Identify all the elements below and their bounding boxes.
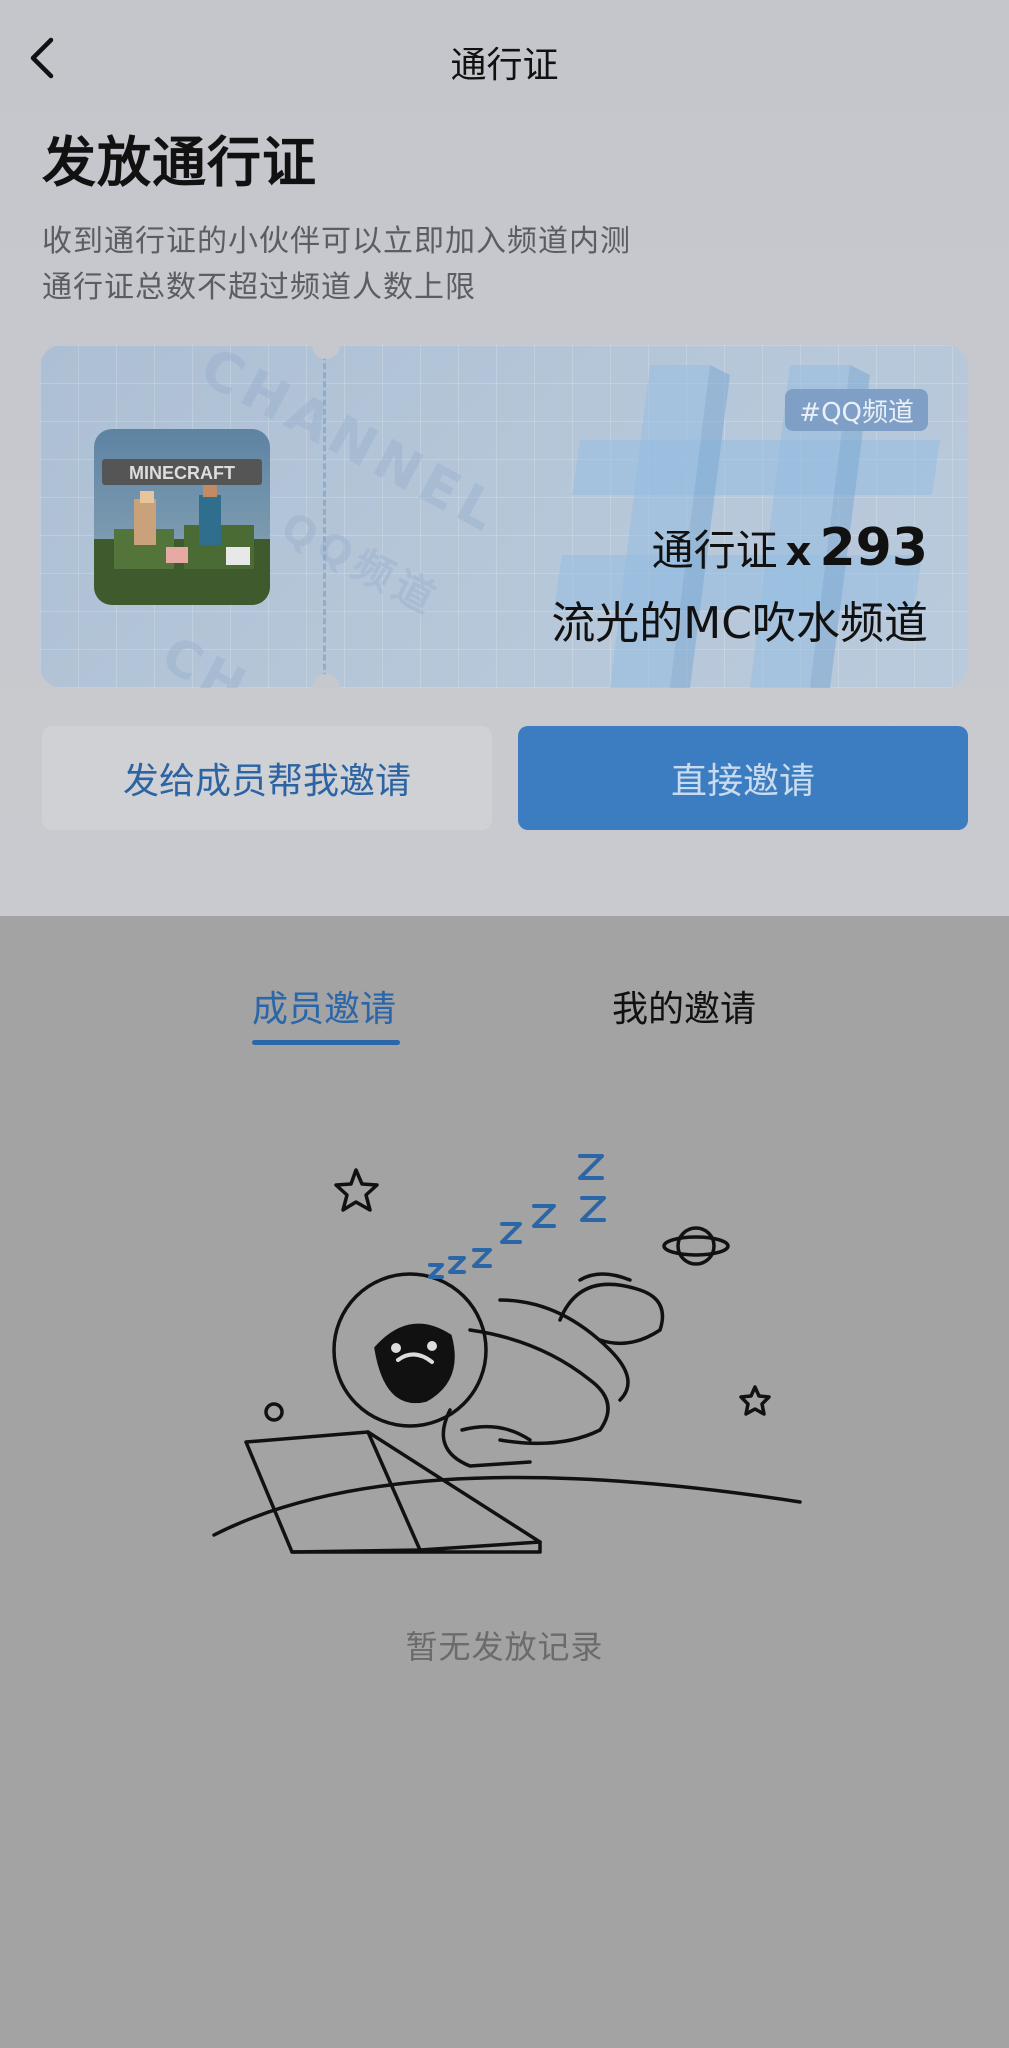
tab-my-invites[interactable]: 我的邀请 <box>612 980 756 1032</box>
sleeping-astronaut-illustration <box>212 1154 802 1554</box>
nav-title: 通行证 <box>450 45 559 86</box>
subtitle-line-2: 通行证总数不超过频道人数上限 <box>42 270 476 305</box>
channel-game-icon: MINECRAFT <box>94 429 270 605</box>
pass-count: 293 <box>819 518 928 578</box>
pass-label: 通行证 <box>651 526 778 575</box>
qq-channel-badge: #QQ频道 <box>785 389 928 431</box>
tab-member-invites[interactable]: 成员邀请 <box>252 980 396 1032</box>
channel-name: 流光的MC吹水频道 <box>551 598 928 649</box>
navigation-bar: 通行证 <box>0 0 1009 122</box>
empty-state-message: 暂无发放记录 <box>405 1628 604 1666</box>
subtitle-line-1: 收到通行证的小伙伴可以立即加入频道内测 <box>42 224 631 259</box>
active-tab-indicator <box>252 1040 400 1045</box>
pass-card: CHANNEL QQ频道 CH MINECRAFT #QQ频道 通行证 x 29… <box>40 345 968 688</box>
pass-count-line: 通行证 x 293 <box>652 517 928 578</box>
page-title: 发放通行证 <box>42 131 317 194</box>
invite-tabs: 成员邀请 我的邀请 <box>0 980 1009 1050</box>
pass-multiplier: x <box>785 529 812 575</box>
game-icon-text: MINECRAFT <box>129 463 235 483</box>
ask-members-invite-button[interactable]: 发给成员帮我邀请 <box>42 726 492 830</box>
direct-invite-button[interactable]: 直接邀请 <box>518 726 968 830</box>
